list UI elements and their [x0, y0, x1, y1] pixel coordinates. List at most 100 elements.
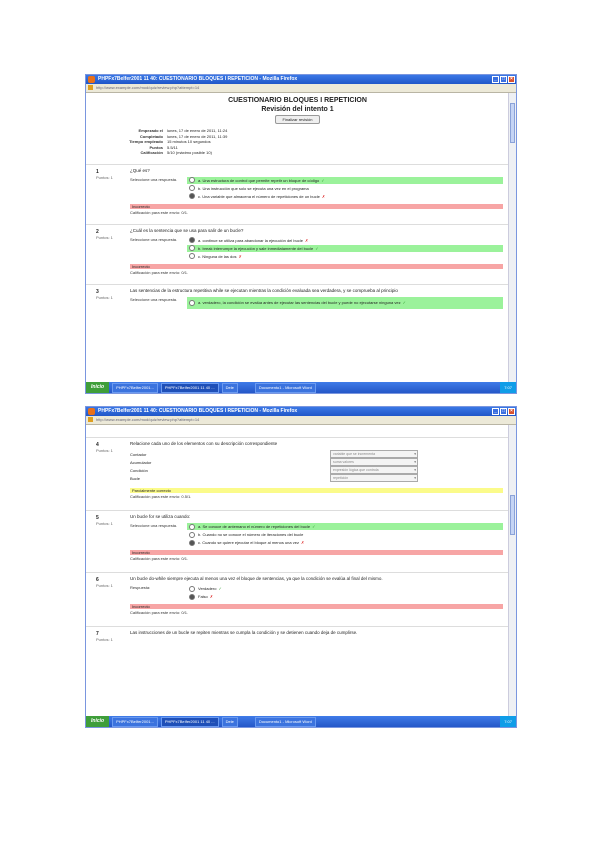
window-title: PHPFx7BeIfer2001 11 40: CUESTIONARIO BLO…	[98, 408, 298, 414]
grade-text: Calificación para este envío: 0/1.	[130, 209, 189, 215]
address-text[interactable]: http://www.example.com/mod/quiz/review.p…	[96, 85, 199, 90]
question-text: Un bucle do-while siempre ejecuta al men…	[130, 576, 383, 581]
match-select[interactable]: variable que se incrementa	[330, 450, 418, 458]
radio-button[interactable]	[189, 193, 195, 199]
match-select[interactable]: expresión lógica que controla	[330, 466, 418, 474]
scrollbar-thumb[interactable]	[510, 103, 515, 143]
radio-button[interactable]	[189, 177, 195, 183]
question-marks: Puntos: 1	[96, 521, 113, 526]
taskbar-item[interactable]: Documento1 - Microsoft Word	[254, 382, 316, 393]
grade-text: Calificación para este envío: 0.5/1.	[130, 494, 192, 499]
grade-text: Calificación para este envío: 0/1.	[130, 269, 189, 275]
minimize-icon[interactable]: _	[492, 408, 499, 415]
radio-button[interactable]	[189, 585, 195, 592]
question-6: 6 Puntos: 1 Un bucle do-while siempre ej…	[86, 572, 509, 618]
taskbar-item[interactable]: PHPFx7BeIfer2001...	[112, 716, 158, 727]
close-icon[interactable]: ×	[508, 76, 515, 83]
radio-button[interactable]	[189, 531, 195, 538]
answer-label: Seleccione una respuesta.	[130, 176, 178, 182]
address-bar[interactable]: http://www.example.com/mod/quiz/review.p…	[86, 416, 516, 425]
radio-button[interactable]	[189, 237, 195, 243]
page-subtitle: Revisión del intento 1	[261, 106, 334, 113]
answer-label: Respuesta:	[130, 585, 151, 590]
cross-icon: ✗	[209, 594, 214, 599]
radio-button[interactable]	[189, 539, 195, 546]
match-select[interactable]: repetición	[330, 474, 418, 482]
radio-button[interactable]	[189, 299, 195, 306]
radio-button[interactable]	[189, 185, 195, 191]
radio-button[interactable]	[189, 523, 195, 530]
answer-option[interactable]: c. Una variable que almacena el número d…	[187, 193, 503, 200]
question-2: 2 Puntos: 1 ¿Cuál es la sentencia que se…	[86, 223, 509, 278]
match-select[interactable]: suma valores	[330, 458, 418, 466]
answer-option[interactable]: b. Una instrucción que solo se ejecuta u…	[187, 185, 503, 192]
answer-option[interactable]: c. Cuando se quiere ejecutar el bloque a…	[187, 539, 503, 546]
question-1: 1 Puntos: 1 ¿Qué es? Seleccione una resp…	[86, 163, 509, 218]
answer-option[interactable]: c. Ninguna de las dos ✗	[187, 253, 503, 260]
radio-button[interactable]	[189, 593, 195, 600]
answer-option[interactable]: a. continue se utiliza para abandonar la…	[187, 237, 503, 244]
scrollbar-thumb[interactable]	[510, 495, 515, 535]
taskbar-item[interactable]: PHPFx7BeIfer2001 11 40 ...	[160, 382, 219, 393]
answer-option[interactable]: Falso ✗	[187, 593, 503, 600]
cross-icon: ✗	[321, 193, 326, 199]
window-titlebar: PHPFx7BeIfer2001 11 40: CUESTIONARIO BLO…	[86, 407, 516, 416]
check-icon: ✓	[402, 300, 406, 305]
feedback-banner: Parcialmente correcto	[130, 488, 503, 493]
feedback-banner: Incorrecto	[130, 203, 503, 209]
cross-icon: ✗	[238, 253, 242, 259]
feedback-banner: Incorrecto	[130, 604, 503, 609]
address-text[interactable]: http://www.example.com/mod/quiz/review.p…	[96, 417, 199, 422]
firefox-icon	[88, 76, 95, 83]
summary-key: Calificación	[140, 150, 163, 155]
radio-button[interactable]	[189, 253, 195, 259]
taskbar-item[interactable]: Dele	[221, 382, 238, 393]
taskbar: Inicio PHPFx7BeIfer2001... PHPFx7BeIfer2…	[86, 716, 516, 727]
answer-option[interactable]: b. break interrumpe la ejecución y sale …	[187, 244, 503, 252]
question-7: 7 Puntos: 1 Las instrucciones de un bucl…	[86, 626, 509, 642]
radio-button[interactable]	[189, 245, 195, 251]
question-marks: Puntos: 1	[96, 448, 113, 453]
check-icon: ✓	[218, 586, 222, 591]
taskbar-item[interactable]: PHPFx7BeIfer2001...	[112, 382, 158, 393]
question-marks: Puntos: 1	[96, 234, 113, 240]
page-content: CUESTIONARIO BLOQUES I REPETICION Revisi…	[86, 93, 509, 382]
window-titlebar: PHPFx7BeIfer2001 11 40: CUESTIONARIO BLO…	[86, 75, 516, 84]
check-icon: ✓	[321, 177, 325, 183]
browser-window-2: PHPFx7BeIfer2001 11 40: CUESTIONARIO BLO…	[85, 406, 517, 728]
answer-option[interactable]: a. Una estructura de control que permite…	[187, 176, 503, 184]
match-row: Acumulador suma valores	[130, 458, 503, 466]
question-text: Las sentencias de la estructura repetiti…	[130, 287, 398, 293]
grade-text: Calificación para este envío: 0/1.	[130, 556, 189, 561]
address-bar[interactable]: http://www.example.com/mod/quiz/review.p…	[86, 84, 516, 93]
summary-value: 5/10 (máximo posible 10)	[167, 150, 212, 155]
start-button[interactable]: Inicio	[86, 716, 110, 727]
maximize-icon[interactable]: □	[500, 76, 507, 83]
page-content: 4 Puntos: 1 Relacione cada uno de los el…	[86, 425, 509, 716]
answer-option[interactable]: Verdadero ✓	[187, 585, 503, 592]
firefox-icon	[88, 408, 95, 415]
maximize-icon[interactable]: □	[500, 408, 507, 415]
cross-icon: ✗	[304, 237, 309, 243]
taskbar-item[interactable]: PHPFx7BeIfer2001 11 40 ...	[160, 716, 219, 727]
start-button[interactable]: Inicio	[86, 382, 110, 393]
finish-review-button[interactable]: Finalizar revisión	[275, 115, 320, 124]
vertical-scrollbar[interactable]	[508, 93, 516, 382]
close-icon[interactable]: ×	[508, 408, 515, 415]
taskbar-item[interactable]: Dele	[221, 716, 238, 727]
taskbar-item[interactable]: Documento1 - Microsoft Word	[254, 716, 316, 727]
answer-option[interactable]: a. verdadero, la condición se evalúa ant…	[187, 296, 503, 309]
answer-option[interactable]: a. Se conoce de antemano el número de re…	[187, 523, 503, 530]
question-marks: Puntos: 1	[96, 637, 113, 642]
question-text: ¿Qué es?	[130, 167, 150, 173]
taskbar: Inicio PHPFx7BeIfer2001... PHPFx7BeIfer2…	[86, 382, 516, 393]
vertical-scrollbar[interactable]	[508, 425, 516, 716]
answer-option[interactable]: b. Cuando no se conoce el número de iter…	[187, 531, 503, 538]
question-marks: Puntos: 1	[96, 174, 113, 180]
minimize-icon[interactable]: _	[492, 76, 499, 83]
check-icon: ✓	[312, 524, 316, 529]
summary-value: lunes, 17 de enero de 2011, 11:24	[167, 128, 228, 133]
attempt-summary: Empezado el lunes, 17 de enero de 2011, 1…	[106, 128, 229, 156]
cross-icon: ✗	[300, 540, 305, 545]
match-row: Contador variable que se incrementa	[130, 450, 503, 458]
